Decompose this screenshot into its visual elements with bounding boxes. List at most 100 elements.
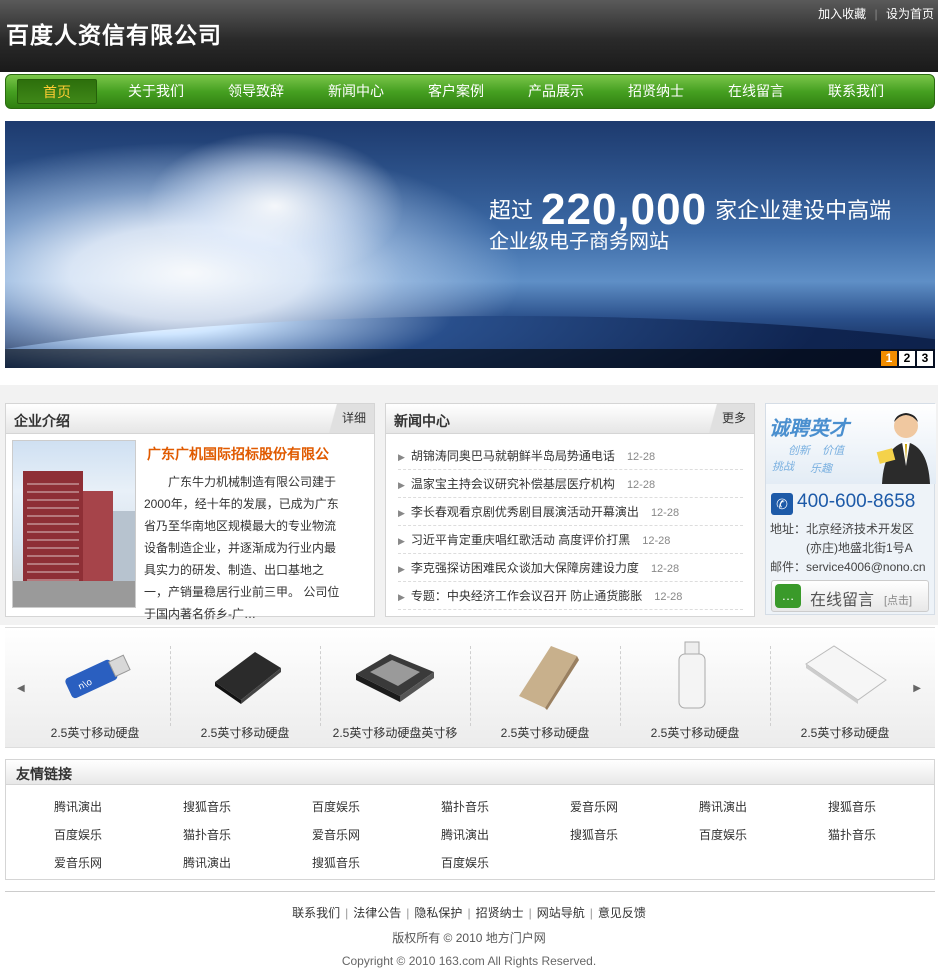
site-header: 百度人资信有限公司 加入收藏 | 设为首页 (0, 0, 938, 72)
footer-separator: | (467, 906, 471, 920)
nav-item-jobs[interactable]: 招贤纳士 (616, 75, 696, 108)
news-title[interactable]: 胡锦涛同奥巴马就朝鲜半岛局势通电话 (411, 449, 615, 463)
nav-item-contact[interactable]: 联系我们 (816, 75, 896, 108)
friend-link[interactable]: 腾讯演出 (54, 798, 174, 815)
panel-header: 友情链接 (6, 760, 934, 785)
friend-link[interactable]: 猫扑音乐 (183, 826, 303, 843)
recruit-word: 挑战 (772, 461, 794, 473)
nav-item-home[interactable]: 首页 (17, 79, 97, 104)
friend-links-panel: 友情链接 腾讯演出 搜狐音乐 百度娱乐 猫扑音乐 爱音乐网 腾讯演出 搜狐音乐 … (5, 759, 935, 880)
footer-link-contact[interactable]: 联系我们 (292, 906, 340, 920)
news-more-link[interactable]: 更多 (705, 404, 754, 433)
friend-link[interactable]: 猫扑音乐 (828, 826, 938, 843)
friend-link[interactable]: 搜狐音乐 (312, 854, 432, 871)
nav-item-news[interactable]: 新闻中心 (316, 75, 396, 108)
banner-cloud-image (145, 131, 405, 281)
usb-drive-image: n\o (65, 654, 131, 699)
product-item[interactable]: 2.5英寸移动硬盘 (470, 628, 620, 749)
slide-indicator-3[interactable]: 3 (917, 351, 933, 366)
product-item[interactable]: n\o 2.5英寸移动硬盘 (20, 628, 170, 749)
news-date: 12-28 (654, 591, 683, 603)
news-item[interactable]: ▶ 李克强探访困难民众谈加大保障房建设力度 12-28 (398, 554, 743, 582)
hotline-number: 400-600-8658 (797, 491, 916, 512)
phone-icon: ✆ (771, 493, 793, 515)
news-item[interactable]: ▶ 习近平肯定重庆唱红歌活动 高度评价打黑 12-28 (398, 526, 743, 554)
footer-link-jobs[interactable]: 招贤纳士 (476, 906, 524, 920)
friend-link[interactable]: 搜狐音乐 (570, 826, 690, 843)
footer-link-legal[interactable]: 法律公告 (353, 906, 401, 920)
friend-link[interactable]: 猫扑音乐 (441, 798, 561, 815)
footer-separator: | (589, 906, 593, 920)
friend-link[interactable]: 爱音乐网 (312, 826, 432, 843)
news-title[interactable]: 习近平肯定重庆唱红歌活动 高度评价打黑 (411, 533, 630, 547)
product-label[interactable]: 2.5英寸移动硬盘 (470, 724, 620, 741)
bullet-arrow-icon: ▶ (398, 564, 405, 574)
product-item[interactable]: 2.5英寸移动硬盘英寸移 (320, 628, 470, 749)
friend-link[interactable]: 爱音乐网 (54, 854, 174, 871)
slide-indicator-2[interactable]: 2 (899, 351, 915, 366)
news-date: 12-28 (642, 535, 671, 547)
news-item[interactable]: ▶ 温家宝主持会议研究补偿基层医疗机构 12-28 (398, 470, 743, 498)
friend-link[interactable]: 百度娱乐 (312, 798, 432, 815)
news-panel: 新闻中心 更多 ▶ 胡锦涛同奥巴马就朝鲜半岛局势通电话 12-28 ▶ 温家宝主持会议… (385, 403, 755, 617)
product-carousel: ◀ ▶ n\o 2.5英寸移动硬盘 2.5英寸移动硬盘 2.5英寸移动硬盘英寸移 (5, 627, 935, 748)
online-message-click-hint: [点击] (884, 595, 913, 607)
product-label[interactable]: 2.5英寸移动硬盘 (170, 724, 320, 741)
news-title[interactable]: 温家宝主持会议研究补偿基层医疗机构 (411, 477, 615, 491)
friend-link[interactable]: 百度娱乐 (441, 854, 561, 871)
footer-link-sitemap[interactable]: 网站导航 (537, 906, 585, 920)
recruit-title: 诚聘英才 (769, 418, 849, 440)
friend-link[interactable]: 搜狐音乐 (183, 798, 303, 815)
nav-item-message[interactable]: 在线留言 (716, 75, 796, 108)
intro-more-link[interactable]: 详细 (325, 404, 374, 433)
address-line-2: (亦庄)地盛北街1号A (806, 541, 913, 555)
news-title[interactable]: 李克强探访困难民众谈加大保障房建设力度 (411, 561, 639, 575)
hero-banner[interactable]: 超过 220,000 家企业建设中高端 企业级电子商务网站 1 2 3 (5, 121, 935, 368)
footer-link-privacy[interactable]: 隐私保护 (414, 906, 462, 920)
news-title[interactable]: 专题：中央经济工作会议召开 防止通货膨胀 (411, 589, 642, 603)
set-homepage-link[interactable]: 设为首页 (886, 7, 934, 21)
bullet-arrow-icon: ▶ (398, 452, 405, 462)
recruit-banner[interactable]: 诚聘英才 创新 价值 挑战 乐趣 (766, 404, 936, 484)
product-label[interactable]: 2.5英寸移动硬盘 (20, 724, 170, 741)
panel-header: 新闻中心 更多 (386, 404, 754, 434)
bullet-arrow-icon: ▶ (398, 480, 405, 490)
product-label[interactable]: 2.5英寸移动硬盘 (620, 724, 770, 741)
news-item[interactable]: ▶ 胡锦涛同奥巴马就朝鲜半岛局势通电话 12-28 (398, 442, 743, 470)
footer-separator: | (528, 906, 532, 920)
email-value[interactable]: service4006@nono.cn (806, 560, 926, 574)
slide-indicator-1[interactable]: 1 (881, 351, 897, 366)
company-name[interactable]: 广东广机国际招标股份有限公 (147, 444, 329, 464)
usb-drive-image (678, 641, 706, 709)
recruit-word: 价值 (822, 445, 844, 457)
recruit-contact-box: 诚聘英才 创新 价值 挑战 乐趣 ✆ 400-600-8658 地址：北京经济技术… (765, 403, 936, 615)
friend-link[interactable]: 腾讯演出 (441, 826, 561, 843)
hard-drive-image (356, 654, 434, 702)
online-message-button[interactable]: … 在线留言 [点击] (771, 580, 929, 612)
friend-link[interactable]: 百度娱乐 (54, 826, 174, 843)
friend-link[interactable]: 腾讯演出 (183, 854, 303, 871)
news-title[interactable]: 李长春观看京剧优秀剧目展演活动开幕演出 (411, 505, 639, 519)
product-label[interactable]: 2.5英寸移动硬盘英寸移 (320, 724, 470, 741)
nav-item-leader-speech[interactable]: 领导致辞 (216, 75, 296, 108)
footer-link-feedback[interactable]: 意见反馈 (598, 906, 646, 920)
footer-separator: | (406, 906, 410, 920)
nav-item-products[interactable]: 产品展示 (516, 75, 596, 108)
product-item[interactable]: 2.5英寸移动硬盘 (770, 628, 920, 749)
friend-link[interactable]: 百度娱乐 (699, 826, 819, 843)
friend-link[interactable]: 搜狐音乐 (828, 798, 938, 815)
friend-link[interactable]: 爱音乐网 (570, 798, 690, 815)
chat-bubble-icon: … (775, 584, 801, 608)
news-item[interactable]: ▶ 专题：中央经济工作会议召开 防止通货膨胀 12-28 (398, 582, 743, 610)
product-label[interactable]: 2.5英寸移动硬盘 (770, 724, 920, 741)
hard-drive-image (215, 652, 281, 704)
footer-divider (5, 891, 935, 892)
product-item[interactable]: 2.5英寸移动硬盘 (170, 628, 320, 749)
nav-item-about[interactable]: 关于我们 (116, 75, 196, 108)
friend-link[interactable]: 腾讯演出 (699, 798, 819, 815)
nav-item-cases[interactable]: 客户案例 (416, 75, 496, 108)
product-item[interactable]: 2.5英寸移动硬盘 (620, 628, 770, 749)
news-item[interactable]: ▶ 李长春观看京剧优秀剧目展演活动开幕演出 12-28 (398, 498, 743, 526)
bullet-arrow-icon: ▶ (398, 536, 405, 546)
add-favorite-link[interactable]: 加入收藏 (818, 7, 866, 21)
